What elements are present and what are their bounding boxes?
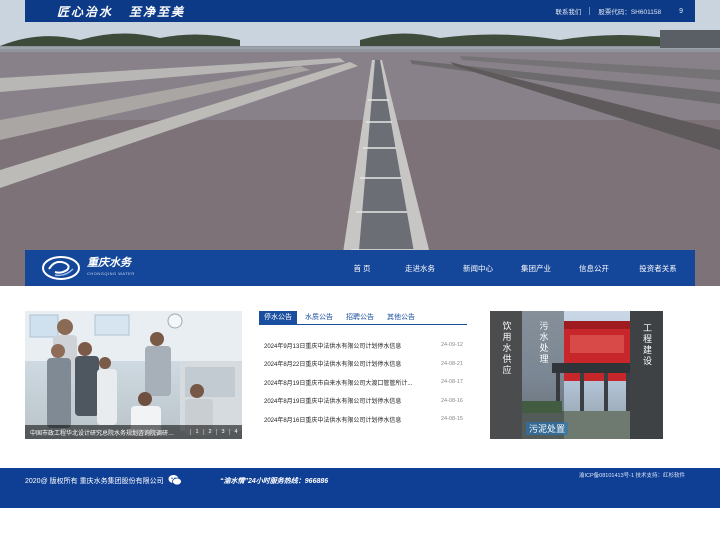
wechat-icon[interactable] bbox=[168, 474, 182, 486]
nav-item-industry[interactable]: 集团产业 bbox=[507, 263, 565, 274]
photo-caption-bar: 中国市政工程华北设计研究总院水务规划咨询院调研座... 1 2 3 4 bbox=[25, 425, 242, 439]
pager-1[interactable]: 1 bbox=[190, 429, 203, 435]
list-item[interactable]: 2024年8月16日重庆中法供水有限公司计划停水信息 24-08-15 bbox=[259, 410, 467, 429]
copyright-text: 2020@ 版权所有 重庆水务集团股份有限公司 bbox=[25, 478, 164, 485]
logo-swirl-icon bbox=[42, 256, 80, 280]
slogan-left: 匠心治水 bbox=[57, 4, 114, 19]
nav-item-news[interactable]: 新闻中心 bbox=[449, 263, 507, 274]
notice-list: 2024年9月13日重庆中法供水有限公司计划停水信息 24-09-12 2024… bbox=[259, 336, 467, 429]
notice-title[interactable]: 2024年8月16日重庆中法供水有限公司计划停水信息 bbox=[264, 415, 429, 424]
notice-date: 24-08-17 bbox=[440, 379, 463, 386]
tab-water-outage[interactable]: 停水公告 bbox=[259, 311, 297, 324]
carousel-pager: 1 2 3 4 bbox=[190, 429, 242, 435]
notice-date: 24-09-12 bbox=[440, 342, 463, 349]
pager-4[interactable]: 4 bbox=[229, 429, 242, 435]
nav-menu: 首 页 走进水务 新闻中心 集团产业 信息公开 投资者关系 bbox=[333, 263, 693, 274]
top-bar: 匠心治水 至净至美 联系我们 股票代码：SH601158 9 bbox=[25, 0, 695, 22]
tab-other[interactable]: 其他公告 bbox=[382, 311, 420, 324]
business-sewage[interactable]: 污水处理 污泥处置 bbox=[522, 311, 630, 439]
slogan: 匠心治水 至净至美 bbox=[25, 3, 185, 20]
pager-2[interactable]: 2 bbox=[203, 429, 216, 435]
footer: 2020@ 版权所有 重庆水务集团股份有限公司 “渝水情”24小时服务热线：96… bbox=[0, 468, 720, 508]
notice-title[interactable]: 2024年8月22日重庆中法供水有限公司计划停水信息 bbox=[264, 359, 429, 368]
business-water-supply-label: 饮用水供应 bbox=[501, 321, 512, 376]
stock-code: 股票代码：SH601158 bbox=[598, 9, 662, 16]
business-panels: 饮用水供应 污水处理 污泥处置 工程建设 bbox=[490, 311, 695, 439]
notice-tabs: 停水公告 水质公告 招聘公告 其他公告 bbox=[259, 311, 467, 325]
icp-info[interactable]: 渝ICP备08101413号-1 技术支持：红杉软件 bbox=[579, 471, 685, 479]
nav-item-investors[interactable]: 投资者关系 bbox=[623, 263, 693, 274]
pager-3[interactable]: 3 bbox=[216, 429, 229, 435]
photo-caption[interactable]: 中国市政工程华北设计研究总院水务规划咨询院调研座... bbox=[25, 428, 175, 437]
water-tank-illustration bbox=[0, 0, 720, 286]
nav-item-about[interactable]: 走进水务 bbox=[391, 263, 449, 274]
brand-logo[interactable]: 重庆水务 CHONGQING WATER bbox=[25, 255, 325, 281]
business-engineering[interactable]: 工程建设 bbox=[630, 311, 663, 439]
photo-news-carousel[interactable]: 中国市政工程华北设计研究总院水务规划咨询院调研座... 1 2 3 4 bbox=[25, 311, 242, 439]
meeting-photo bbox=[25, 311, 242, 436]
top-links: 联系我们 股票代码：SH601158 9 bbox=[555, 6, 695, 16]
notice-title[interactable]: 2024年8月19日重庆中法供水有限公司计划停水信息 bbox=[264, 396, 429, 405]
divider bbox=[589, 7, 591, 15]
slogan-right: 至净至美 bbox=[129, 4, 186, 19]
notice-date: 24-08-21 bbox=[440, 360, 463, 367]
notice-date: 24-08-15 bbox=[440, 416, 463, 423]
nav-item-disclosure[interactable]: 信息公开 bbox=[565, 263, 623, 274]
brand-name: 重庆水务 CHONGQING WATER bbox=[87, 257, 135, 279]
notice-title[interactable]: 2024年9月13日重庆中法供水有限公司计划停水信息 bbox=[264, 341, 429, 350]
business-water-supply[interactable]: 饮用水供应 bbox=[490, 311, 522, 439]
notice-panel: 停水公告 水质公告 招聘公告 其他公告 2024年9月13日重庆中法供水有限公司… bbox=[259, 311, 467, 439]
service-hotline: “渝水情”24小时服务热线：966886 bbox=[220, 478, 329, 485]
tab-water-quality[interactable]: 水质公告 bbox=[300, 311, 338, 324]
nav-item-home[interactable]: 首 页 bbox=[333, 263, 391, 274]
notice-date: 24-08-16 bbox=[440, 397, 463, 404]
list-item[interactable]: 2024年8月22日重庆中法供水有限公司计划停水信息 24-08-21 bbox=[259, 355, 467, 374]
main-navbar: 重庆水务 CHONGQING WATER 首 页 走进水务 新闻中心 集团产业 … bbox=[25, 250, 695, 286]
list-item[interactable]: 2024年9月13日重庆中法供水有限公司计划停水信息 24-09-12 bbox=[259, 336, 467, 355]
business-engineering-label: 工程建设 bbox=[642, 323, 652, 367]
list-item[interactable]: 2024年8月19日重庆中法供水有限公司计划停水信息 24-08-16 bbox=[259, 392, 467, 411]
notice-title[interactable]: 2024年8月19日重庆市自来水有限公司大渡口管管所计... bbox=[264, 378, 429, 387]
list-item[interactable]: 2024年8月19日重庆市自来水有限公司大渡口管管所计... 24-08-17 bbox=[259, 373, 467, 392]
search-toggle[interactable]: 9 bbox=[679, 8, 683, 15]
contact-link[interactable]: 联系我们 bbox=[555, 6, 581, 16]
tab-recruitment[interactable]: 招聘公告 bbox=[341, 311, 379, 324]
brand-name-en: CHONGQING WATER bbox=[87, 271, 135, 276]
hero-banner bbox=[0, 0, 720, 286]
business-sludge-label[interactable]: 污泥处置 bbox=[526, 422, 569, 435]
business-sewage-title: 污水处理 bbox=[522, 311, 564, 439]
